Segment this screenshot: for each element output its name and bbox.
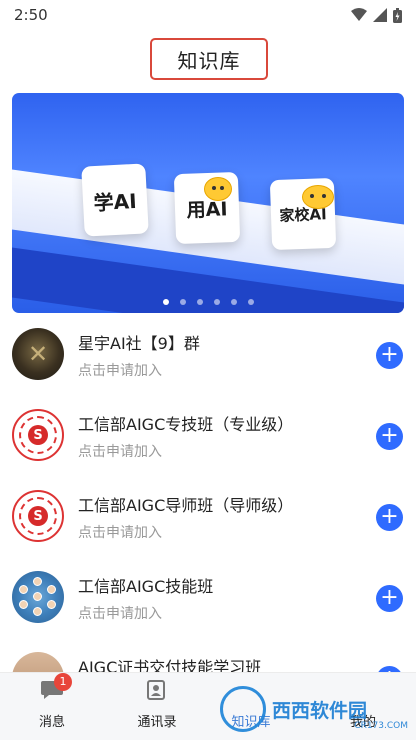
group-subtitle: 点击申请加入 <box>78 606 162 622</box>
watermark-brand: 西西软件园 <box>272 699 368 722</box>
tab-messages[interactable]: 1 消息 <box>7 673 97 730</box>
group-title: 星宇AI社【9】群 <box>78 334 200 353</box>
banner-card-learn-ai: 学AI <box>81 163 149 237</box>
join-group-button[interactable]: + <box>376 342 403 369</box>
avatar: ✕ <box>12 328 64 380</box>
group-subtitle: 点击申请加入 <box>78 363 162 379</box>
page-title: 知识库 <box>177 48 241 73</box>
list-item[interactable]: S 工信部AIGC专技班（专业级） 点击申请加入 + <box>0 399 416 479</box>
banner-pagination <box>12 299 404 305</box>
group-title: 工信部AIGC技能班 <box>78 577 214 596</box>
pagination-dot[interactable] <box>196 299 203 305</box>
signal-icon <box>373 8 387 22</box>
list-item[interactable]: 工信部AIGC技能班 点击申请加入 + <box>0 561 416 641</box>
avatar: S <box>12 490 64 542</box>
group-subtitle: 点击申请加入 <box>78 444 162 460</box>
promo-banner[interactable]: 学AI 用AI 家校AI <box>12 93 404 313</box>
join-group-button[interactable]: + <box>376 423 403 450</box>
group-subtitle: 点击申请加入 <box>78 525 162 541</box>
pagination-dot[interactable] <box>213 299 220 305</box>
pagination-dot[interactable] <box>230 299 237 305</box>
emoji-face-icon <box>204 177 232 201</box>
emoji-face-icon <box>302 185 334 209</box>
avatar <box>12 571 64 623</box>
avatar: S <box>12 409 64 461</box>
join-group-button[interactable]: + <box>376 504 403 531</box>
contacts-icon <box>145 679 169 703</box>
battery-icon <box>393 7 402 23</box>
tab-label: 消息 <box>38 715 65 730</box>
pagination-dot[interactable] <box>179 299 186 305</box>
unread-badge: 1 <box>54 673 72 691</box>
watermark-url: CR173.COM <box>354 721 408 731</box>
tab-label: 通讯录 <box>137 715 177 730</box>
status-icons <box>351 7 402 23</box>
pagination-dot[interactable] <box>247 299 254 305</box>
tab-contacts[interactable]: 通讯录 <box>112 679 202 730</box>
page-title-highlight: 知识库 <box>150 38 268 80</box>
join-group-button[interactable]: + <box>376 585 403 612</box>
list-item[interactable]: ✕ 星宇AI社【9】群 点击申请加入 + <box>0 318 416 398</box>
list-item[interactable]: S 工信部AIGC导师班（导师级） 点击申请加入 + <box>0 480 416 560</box>
status-bar: 2:50 <box>0 0 416 30</box>
group-title: 工信部AIGC导师班（导师级） <box>78 496 294 515</box>
watermark-logo-icon <box>220 686 266 732</box>
group-title: 工信部AIGC专技班（专业级） <box>78 415 294 434</box>
pagination-dot[interactable] <box>162 299 169 305</box>
status-time: 2:50 <box>14 6 48 24</box>
chat-bubble-icon: 1 <box>40 673 72 703</box>
wifi-icon <box>351 8 367 21</box>
site-watermark: 西西软件园 CR173.COM <box>220 683 416 735</box>
